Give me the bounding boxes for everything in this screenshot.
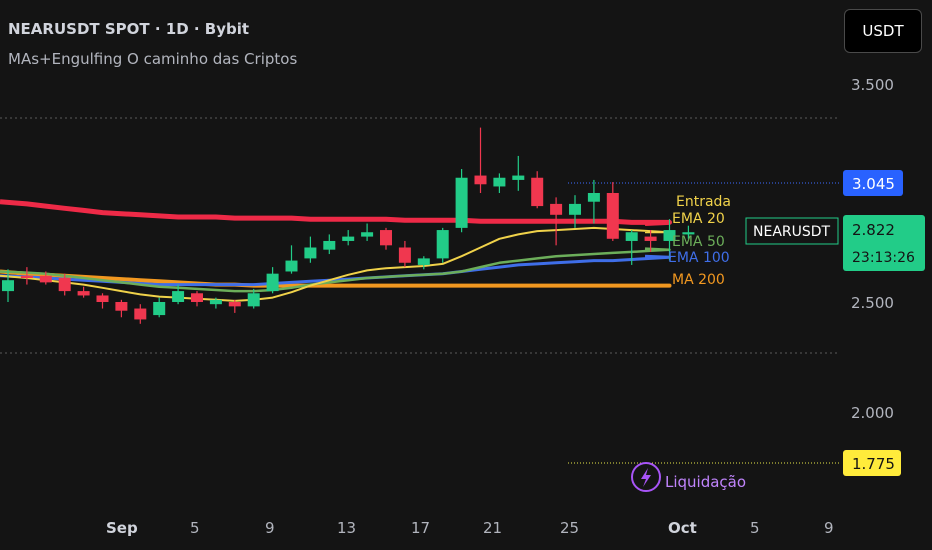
liquidation-price-value: 1.775: [852, 455, 895, 473]
candle-body: [398, 247, 411, 263]
candle-body: [266, 273, 279, 292]
candle-body: [380, 230, 392, 246]
candle-body: [417, 258, 430, 265]
entry-price-value: 3.045: [852, 175, 895, 193]
symbol-badge: NEARUSDT: [745, 217, 839, 245]
x-tick-label: 5: [190, 519, 200, 537]
candle-body: [58, 278, 71, 292]
candle-body: [587, 193, 600, 202]
candle-body: [115, 302, 128, 311]
candle-body: [134, 308, 147, 320]
y-tick-label: 2.500: [851, 294, 894, 312]
ma200-label: MA 200: [672, 272, 725, 288]
candle-body: [569, 203, 581, 215]
candle-body: [39, 275, 52, 283]
candle-body: [20, 275, 33, 279]
candle-body: [455, 177, 468, 228]
candle: [436, 227, 449, 263]
x-tick-label: 5: [750, 519, 760, 537]
x-tick-label: Oct: [668, 519, 697, 537]
x-tick-label: 13: [337, 519, 356, 537]
candle-body: [96, 295, 109, 302]
candle-body: [323, 240, 336, 250]
candle-body: [606, 193, 619, 239]
y-tick-label: 3.500: [851, 76, 894, 94]
entry-label: Entrada: [676, 194, 731, 210]
candle-body: [191, 293, 203, 302]
price-chart[interactable]: Entrada EMA 20 EMA 50 EMA 100 MA 200 NEA…: [0, 0, 932, 550]
candle-body: [644, 236, 657, 241]
candle-body: [550, 203, 563, 215]
x-tick-label: Sep: [106, 519, 138, 537]
candle-body: [77, 291, 90, 296]
candle-body: [304, 247, 317, 259]
countdown-value: 23:13:26: [852, 250, 915, 266]
x-tick-label: 9: [265, 519, 275, 537]
chart-title: NEARUSDT SPOT · 1D · Bybit: [8, 20, 250, 38]
indicator-title: MAs+Engulfing O caminho das Criptos: [8, 50, 298, 68]
candle-body: [474, 175, 487, 185]
candle-body: [247, 293, 260, 307]
candle-body: [512, 175, 525, 180]
candle-body: [172, 291, 185, 302]
candle-body: [2, 280, 14, 292]
candle-body: [285, 260, 298, 272]
currency-button[interactable]: USDT: [844, 9, 922, 53]
candle-body: [531, 177, 544, 207]
current-price-value: 2.822: [852, 221, 895, 239]
ema50-label: EMA 50: [672, 234, 725, 250]
symbol-label: NEARUSDT: [753, 224, 831, 240]
ema20-label: EMA 20: [672, 211, 725, 227]
candle-body: [493, 177, 506, 187]
candle-body: [361, 232, 374, 237]
candle: [455, 169, 468, 233]
candle-body: [625, 232, 638, 241]
y-tick-label: 2.000: [851, 404, 894, 422]
x-tick-label: 21: [483, 519, 502, 537]
liquidation-label: Liquidação: [665, 473, 746, 491]
series-labels: Entrada EMA 20 EMA 50 EMA 100 MA 200: [668, 194, 731, 288]
ema100-label: EMA 100: [668, 250, 730, 266]
x-tick-label: 9: [824, 519, 834, 537]
x-tick-label: 25: [560, 519, 579, 537]
x-tick-label: 17: [411, 519, 430, 537]
candle-body: [153, 302, 166, 316]
candle-body: [342, 236, 355, 241]
candle-body: [436, 230, 449, 259]
candle-body: [228, 302, 241, 307]
candle-body: [209, 299, 222, 305]
